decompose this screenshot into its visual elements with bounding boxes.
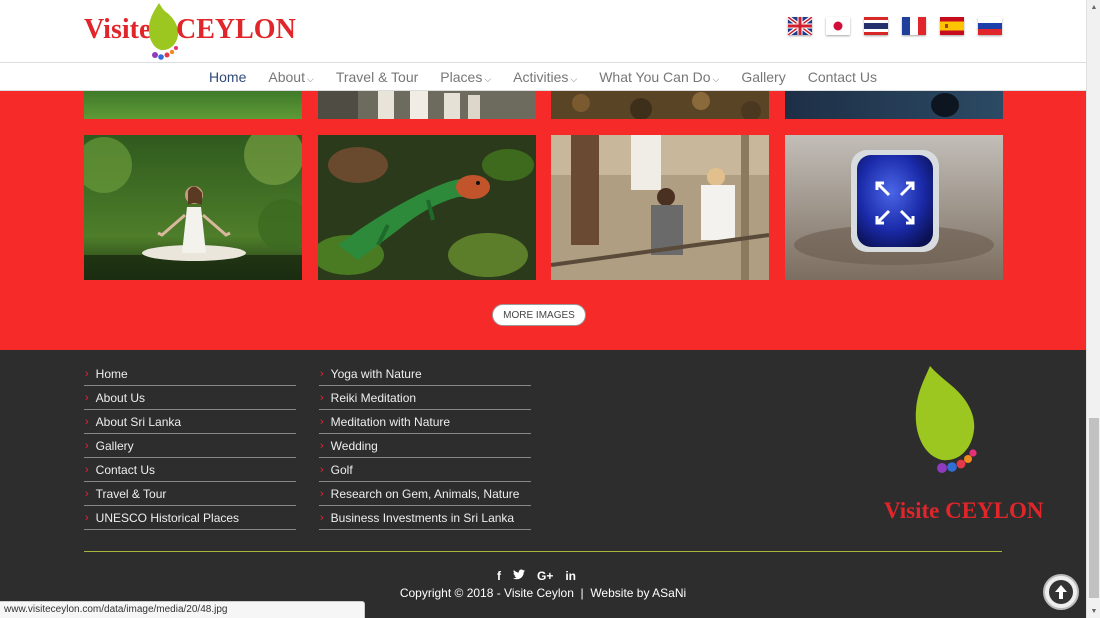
night-image[interactable]	[785, 91, 1003, 119]
footer-link-home[interactable]: › Home	[84, 362, 296, 386]
footer-link-unesco[interactable]: › UNESCO Historical Places	[84, 506, 296, 530]
site-footer: › Home › About Us › About Sri Lanka › Galler…	[0, 350, 1086, 618]
logo-text-ceylon: CEYLON	[176, 14, 296, 45]
more-images-button[interactable]: MORE IMAGES	[492, 304, 586, 326]
linkedin-icon[interactable]: in	[565, 569, 576, 583]
footer-link-business[interactable]: › Business Investments in Sri Lanka	[319, 506, 531, 530]
back-to-top-button[interactable]	[1043, 574, 1079, 610]
chevron-right-icon: ›	[320, 463, 324, 476]
nav-places[interactable]: Places ⌵	[429, 69, 502, 85]
link-status-bar: www.visiteceylon.com/data/image/media/20…	[0, 601, 365, 618]
chevron-right-icon: ›	[85, 511, 89, 524]
chevron-right-icon: ›	[85, 487, 89, 500]
france-flag[interactable]	[902, 17, 926, 35]
main-nav: Home About ⌵ Travel & Tour Places ⌵ Activi…	[0, 62, 1086, 91]
uk-flag[interactable]	[788, 17, 812, 35]
chevron-right-icon: ›	[320, 487, 324, 500]
footer-link-about-us[interactable]: › About Us	[84, 386, 296, 410]
gallery-section: MORE IMAGES	[0, 91, 1086, 350]
nav-gallery[interactable]: Gallery	[730, 69, 796, 85]
page-scrollbar[interactable]: ▲ ▼	[1086, 0, 1100, 618]
japan-flag[interactable]	[826, 17, 850, 35]
chevron-right-icon: ›	[85, 367, 89, 380]
google-plus-icon[interactable]: G+	[537, 569, 553, 583]
twitter-icon[interactable]	[513, 569, 525, 583]
social-links: f G+ in	[497, 569, 576, 583]
footer-link-golf[interactable]: › Golf	[319, 458, 531, 482]
nav-activities[interactable]: Activities ⌵	[502, 69, 588, 85]
chevron-down-icon: ⌵	[712, 73, 720, 84]
site-header: Visite CEYLON	[0, 0, 1086, 62]
chevron-right-icon: ›	[320, 439, 324, 452]
arrow-up-icon	[1049, 580, 1073, 604]
forest-floor-image[interactable]	[551, 91, 769, 119]
spain-flag[interactable]	[940, 17, 964, 35]
nav-home[interactable]: Home	[198, 69, 257, 85]
sri-lanka-island-icon	[915, 366, 977, 473]
footer-link-contact-us[interactable]: › Contact Us	[84, 458, 296, 482]
meditation-image[interactable]	[84, 135, 302, 280]
footer-links-main: › Home › About Us › About Sri Lanka › Galler…	[84, 362, 296, 530]
lizard-image[interactable]	[318, 135, 536, 280]
facebook-icon[interactable]: f	[497, 569, 501, 583]
footer-link-gallery[interactable]: › Gallery	[84, 434, 296, 458]
logo-text-visite: Visite	[84, 14, 152, 45]
chevron-down-icon: ⌵	[306, 73, 314, 84]
sapphire-ring-image[interactable]	[785, 135, 1003, 280]
chevron-right-icon: ›	[85, 439, 89, 452]
footer-link-about-sri-lanka[interactable]: › About Sri Lanka	[84, 410, 296, 434]
chevron-right-icon: ›	[320, 367, 324, 380]
ceremony-image[interactable]	[318, 91, 536, 119]
footer-link-yoga[interactable]: › Yoga with Nature	[319, 362, 531, 386]
chevron-right-icon: ›	[85, 391, 89, 404]
chevron-right-icon: ›	[320, 391, 324, 404]
chevron-right-icon: ›	[85, 463, 89, 476]
nav-what-you-can-do[interactable]: What You Can Do ⌵	[588, 69, 730, 85]
site-logo[interactable]: Visite CEYLON	[84, 2, 296, 60]
chevron-right-icon: ›	[320, 415, 324, 428]
thailand-flag[interactable]	[864, 17, 888, 35]
gem-mining-image[interactable]	[551, 135, 769, 280]
nav-contact-us[interactable]: Contact Us	[797, 69, 888, 85]
footer-link-research[interactable]: › Research on Gem, Animals, Nature	[319, 482, 531, 506]
footer-links-activities: › Yoga with Nature › Reiki Meditation › Med…	[319, 362, 531, 530]
footer-divider	[84, 551, 1002, 552]
footer-logo-text: Visite CEYLON	[884, 498, 1044, 523]
chevron-right-icon: ›	[85, 415, 89, 428]
chevron-down-icon: ⌵	[570, 73, 578, 84]
scrollbar-thumb[interactable]	[1089, 418, 1099, 598]
nav-about[interactable]: About ⌵	[257, 69, 324, 85]
grass-image[interactable]	[84, 91, 302, 119]
scroll-up-arrow-icon[interactable]: ▲	[1087, 0, 1100, 14]
sri-lanka-island-icon	[148, 3, 179, 60]
footer-link-wedding[interactable]: › Wedding	[319, 434, 531, 458]
footer-link-travel-tour[interactable]: › Travel & Tour	[84, 482, 296, 506]
nav-travel-tour[interactable]: Travel & Tour	[325, 69, 429, 85]
language-flags	[788, 17, 1002, 35]
scroll-down-arrow-icon[interactable]: ▼	[1087, 604, 1100, 618]
footer-link-reiki[interactable]: › Reiki Meditation	[319, 386, 531, 410]
chevron-down-icon: ⌵	[484, 73, 492, 84]
copyright-text: Copyright © 2018 - Visite Ceylon | Websi…	[399, 586, 687, 600]
chevron-right-icon: ›	[320, 511, 324, 524]
footer-logo[interactable]: Visite CEYLON	[884, 364, 1044, 540]
russia-flag[interactable]	[978, 17, 1002, 35]
footer-link-meditation[interactable]: › Meditation with Nature	[319, 410, 531, 434]
